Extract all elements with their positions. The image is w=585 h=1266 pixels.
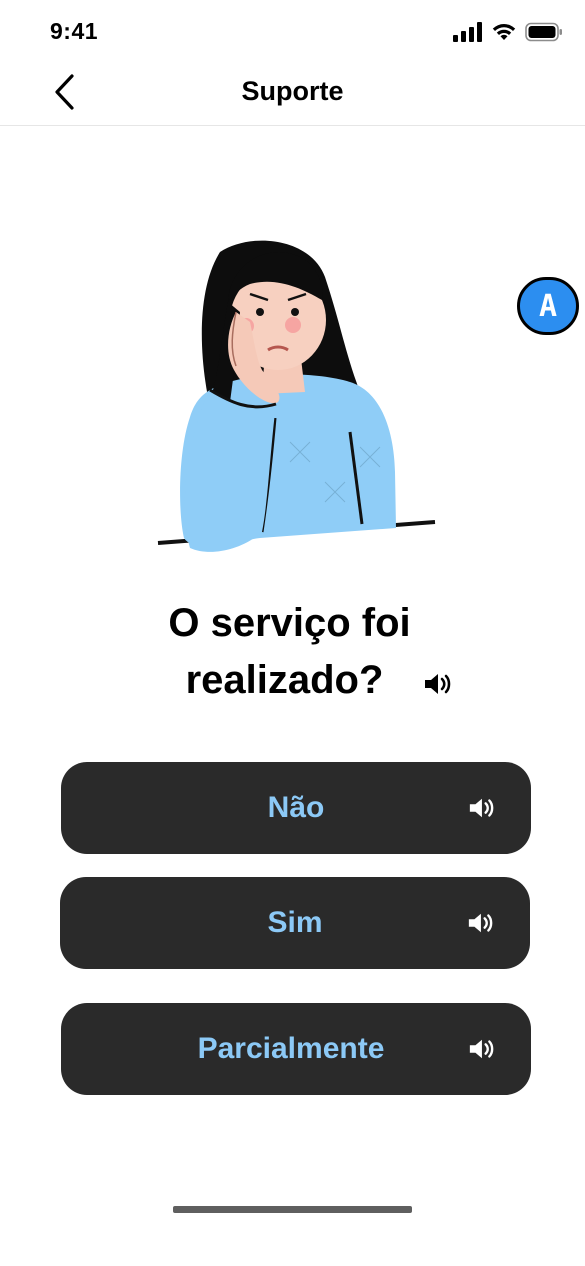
answer-button-parcialmente[interactable]: Parcialmente xyxy=(61,1003,531,1095)
home-indicator[interactable] xyxy=(173,1206,412,1213)
speaker-icon[interactable] xyxy=(422,670,452,698)
nav-bar: Suporte xyxy=(0,62,585,126)
answer-label: Parcialmente xyxy=(197,1032,385,1065)
wifi-icon xyxy=(492,24,516,40)
speaker-icon[interactable] xyxy=(466,910,494,936)
worried-woman-illustration xyxy=(157,240,436,552)
question-line-1: O serviço foi xyxy=(168,601,411,645)
answer-button-nao[interactable]: Não xyxy=(61,762,531,854)
speaker-icon[interactable] xyxy=(467,1036,495,1062)
status-bar: 9:41 xyxy=(0,0,585,62)
question-line-2: realizado? xyxy=(185,658,384,702)
signal-icon xyxy=(453,22,482,42)
status-time: 9:41 xyxy=(50,18,99,44)
answer-button-sim[interactable]: Sim xyxy=(60,877,530,969)
speaker-icon[interactable] xyxy=(467,795,495,821)
battery-icon xyxy=(525,22,562,42)
accessibility-badge-label: A xyxy=(538,288,558,324)
answer-label: Sim xyxy=(267,906,323,939)
status-icons xyxy=(453,22,563,42)
answer-label: Não xyxy=(267,791,325,824)
accessibility-badge-button[interactable]: A xyxy=(517,277,579,335)
page-title: Suporte xyxy=(241,76,344,106)
